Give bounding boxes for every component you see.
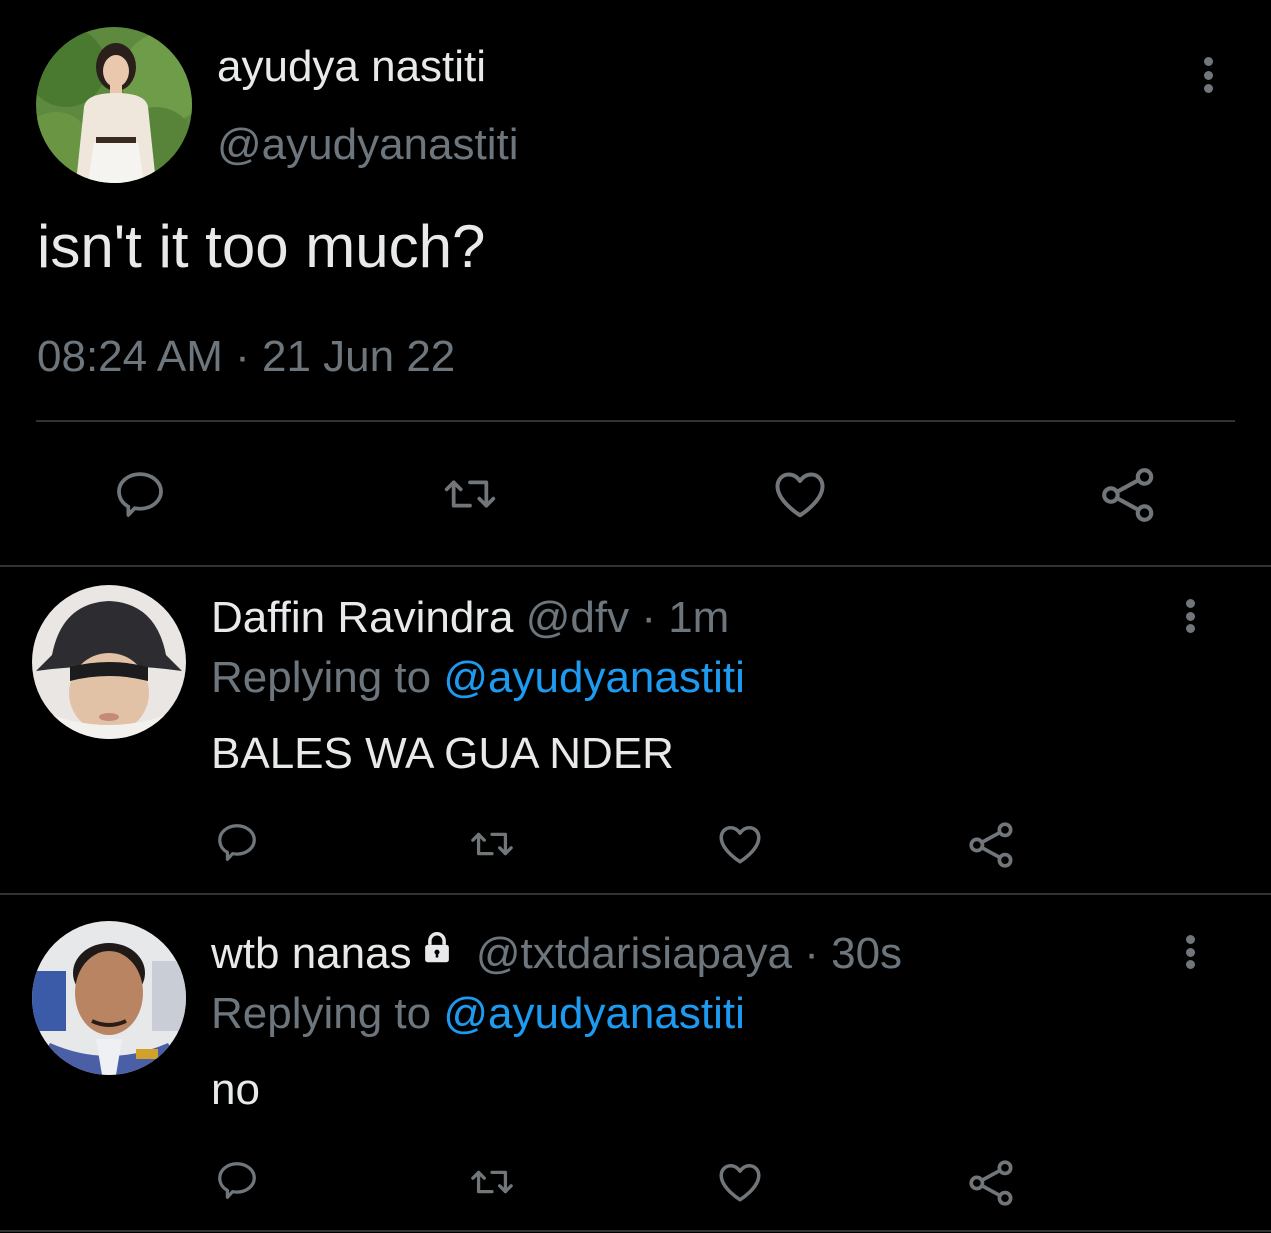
user-handle[interactable]: @txtdarisiapaya [476,929,792,978]
display-name[interactable]: ayudya nastiti [217,42,486,92]
separator-dot: · [641,593,656,642]
avatar[interactable] [32,921,186,1075]
share-icon[interactable] [966,819,1018,871]
tweet-age[interactable]: 30s [831,929,902,978]
more-options-icon[interactable] [1184,935,1196,969]
avatar[interactable] [32,585,186,739]
replying-prefix: Replying to [211,653,432,702]
reply-icon[interactable] [214,1157,260,1203]
like-icon[interactable] [715,819,765,869]
display-name[interactable]: Daffin Ravindra [211,593,513,642]
replying-to: Replying to @ayudyanastiti [211,653,745,703]
more-options-icon[interactable] [1202,57,1214,93]
tweet-age[interactable]: 1m [668,593,729,642]
lock-icon [418,928,456,978]
avatar-photo [32,921,186,1075]
main-tweet: ayudya nastiti @ayudyanastiti isn't it t… [0,0,1271,565]
user-handle[interactable]: @dfv [526,593,629,642]
retweet-icon[interactable] [466,1159,518,1205]
reply-tweet: Daffin Ravindra @dfv · 1m Replying to @a… [0,567,1271,893]
tweet-text: no [211,1065,260,1114]
replying-to-link[interactable]: @ayudyanastiti [443,653,745,702]
avatar-photo [32,585,186,739]
reply-header: Daffin Ravindra @dfv · 1m [211,593,729,643]
reply-tweet: wtb nanas @txtdarisiapaya · 30s Replying… [0,895,1271,1233]
tweet-text: BALES WA GUA NDER [211,729,674,778]
avatar[interactable] [36,27,192,183]
more-options-icon[interactable] [1184,599,1196,633]
share-icon[interactable] [966,1157,1018,1209]
reply-header: wtb nanas @txtdarisiapaya · 30s [211,929,902,979]
separator-dot: · [804,929,819,978]
replying-to-link[interactable]: @ayudyanastiti [443,989,745,1038]
retweet-icon[interactable] [466,821,518,867]
share-icon[interactable] [1098,464,1160,526]
like-icon[interactable] [715,1157,765,1207]
retweet-icon[interactable] [440,466,500,522]
replying-to: Replying to @ayudyanastiti [211,989,745,1039]
display-name[interactable]: wtb nanas [211,929,412,978]
reply-icon[interactable] [112,466,168,522]
like-icon[interactable] [770,464,830,524]
user-handle[interactable]: @ayudyanastiti [217,120,519,170]
tweet-timestamp[interactable]: 08:24 AM · 21 Jun 22 [37,332,455,382]
divider [36,420,1235,422]
replying-prefix: Replying to [211,989,432,1038]
divider [0,1230,1271,1232]
tweet-text: isn't it too much? [37,213,486,280]
reply-icon[interactable] [214,819,260,865]
avatar-photo [36,27,192,183]
